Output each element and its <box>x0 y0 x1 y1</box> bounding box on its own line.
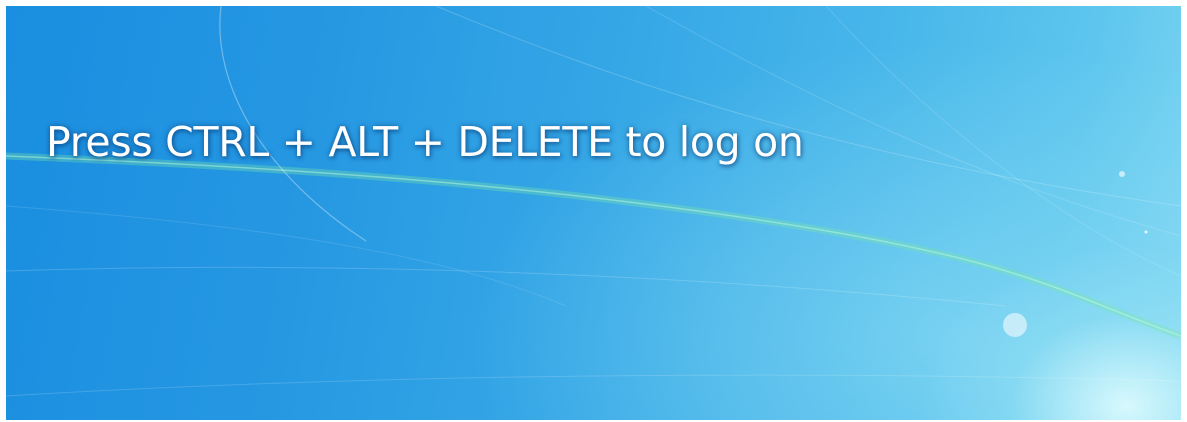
background-light-streaks <box>6 6 1181 397</box>
logon-screen: Press CTRL + ALT + DELETE to log on <box>6 6 1181 420</box>
logon-instruction-text: Press CTRL + ALT + DELETE to log on <box>46 118 804 166</box>
